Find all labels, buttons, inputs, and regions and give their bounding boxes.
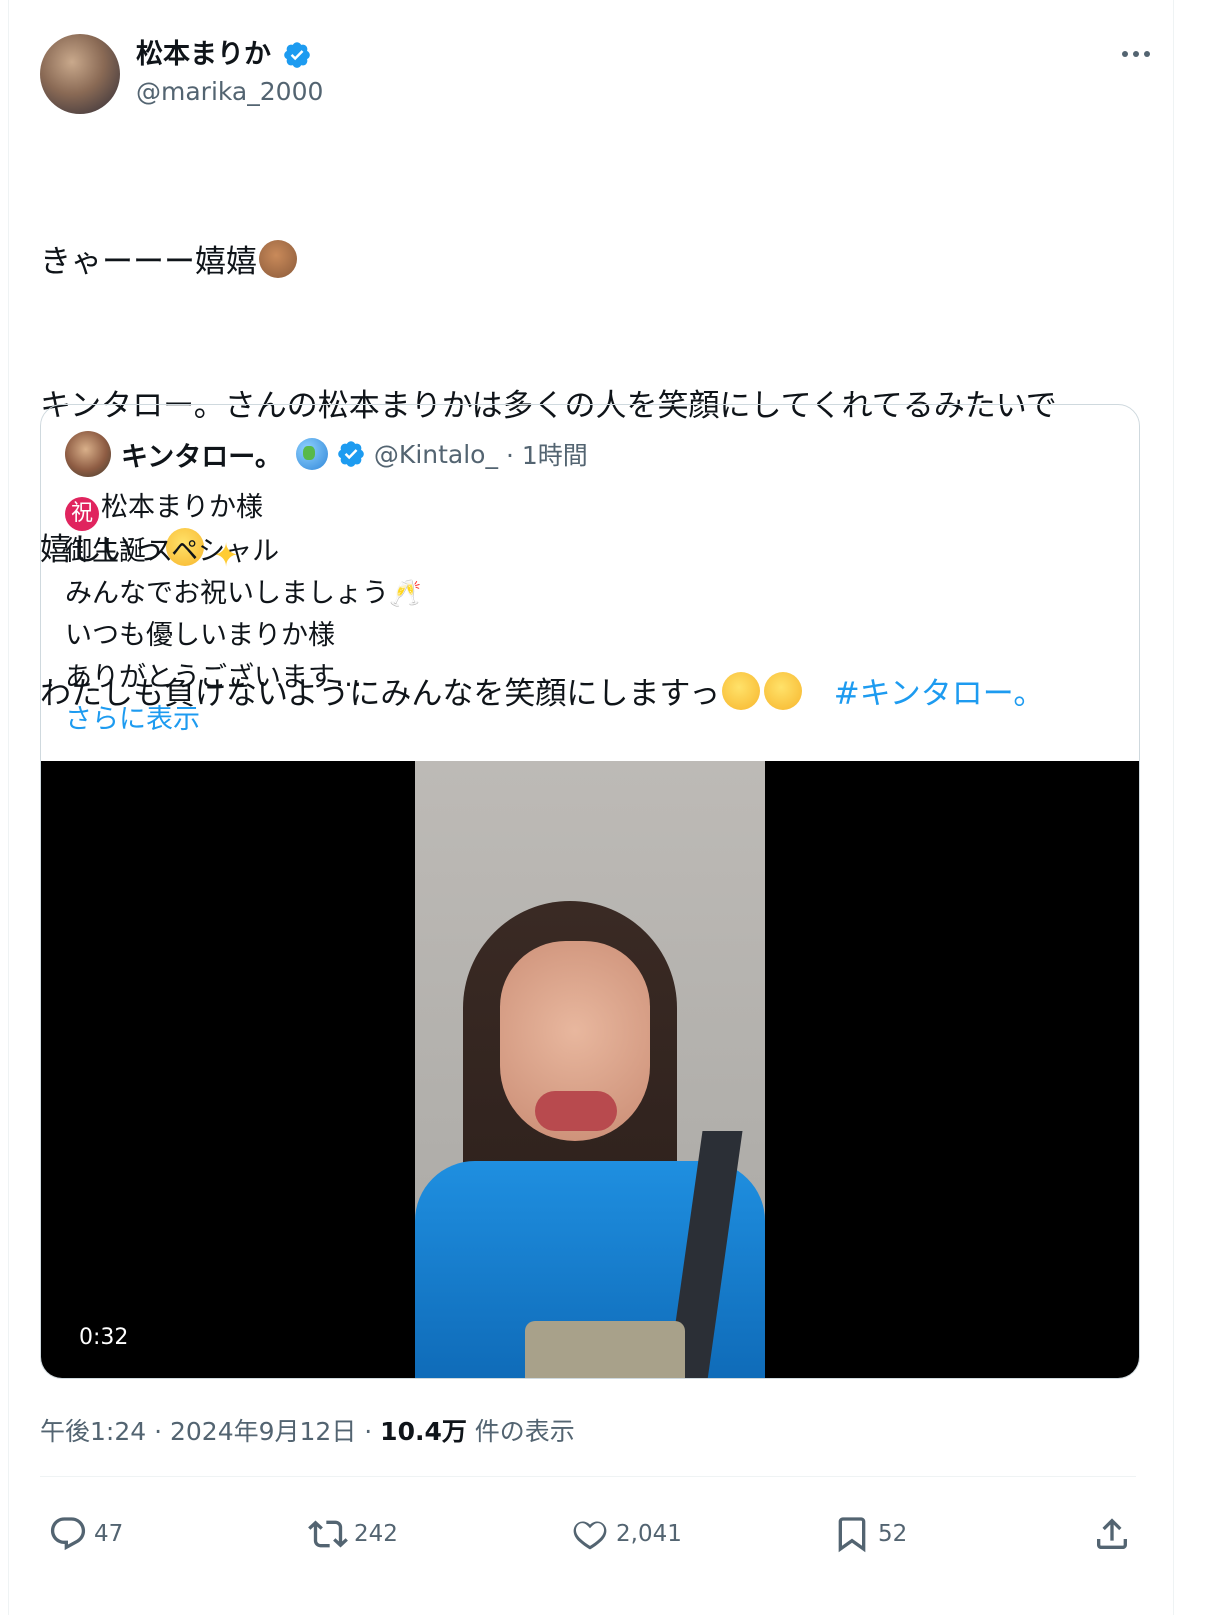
- quoted-author-display-name[interactable]: キンタロー。: [121, 435, 282, 474]
- quoted-tweet-header: キンタロー。 @Kintalo_ · 1時間: [65, 431, 588, 477]
- tweet-line: きゃーーー嬉嬉: [40, 244, 257, 280]
- quoted-line: いつも優しいまりか様: [65, 620, 335, 651]
- author-handle[interactable]: @marika_2000: [136, 74, 323, 110]
- like-count: 2,041: [616, 1521, 682, 1547]
- quoted-tweet-body: 祝松本まりか様 御生誕スペシャル みんなでお祝いしましょう🥂 いつも優しいまりか…: [65, 487, 421, 741]
- verified-badge-icon: [338, 441, 364, 467]
- globe-emoji-icon: [295, 438, 328, 470]
- quoted-line: 松本まりか様: [101, 492, 263, 523]
- view-count: 10.4万: [380, 1417, 467, 1446]
- share-icon: [1097, 1518, 1127, 1549]
- video-thumbnail: [415, 761, 765, 1378]
- see-no-evil-monkey-emoji-icon: [259, 240, 297, 278]
- quoted-tweet[interactable]: キンタロー。 @Kintalo_ · 1時間 祝松本まりか様 御生誕スペシャル …: [40, 404, 1140, 1379]
- verified-badge-icon: [284, 42, 310, 68]
- repost-count: 242: [354, 1521, 398, 1547]
- reply-button[interactable]: 47: [48, 1514, 123, 1554]
- quoted-line: 御生誕スペシャル: [65, 536, 280, 567]
- like-button[interactable]: 2,041: [570, 1514, 682, 1554]
- repost-button[interactable]: 242: [308, 1514, 398, 1554]
- author-avatar[interactable]: [40, 34, 120, 114]
- video-duration: 0:32: [67, 1319, 141, 1356]
- video-player[interactable]: 0:32: [41, 761, 1139, 1378]
- divider: [40, 1476, 1136, 1477]
- thumbnail-mouth: [535, 1091, 617, 1131]
- bookmark-button[interactable]: 52: [832, 1514, 907, 1554]
- quoted-author-handle[interactable]: @Kintalo_: [374, 440, 498, 469]
- quoted-tweet-time[interactable]: · 1時間: [506, 436, 588, 472]
- tweet-header: 松本まりか @marika_2000: [40, 34, 1176, 114]
- tweet-timestamp[interactable]: 午後1:24 · 2024年9月12日 ·: [40, 1417, 380, 1446]
- more-icon[interactable]: [1116, 40, 1156, 68]
- celebration-emoji-icon: 祝: [65, 497, 99, 531]
- thumbnail-apron: [525, 1321, 685, 1378]
- quoted-line: ありがとうございます…: [65, 662, 362, 693]
- show-more-link[interactable]: さらに表示: [65, 699, 421, 741]
- action-bar: 47 242 2,041 52: [40, 1500, 1136, 1570]
- reply-icon: [50, 1517, 86, 1551]
- quoted-author-avatar[interactable]: [65, 431, 111, 477]
- bookmark-icon: [838, 1517, 866, 1553]
- author-display-name[interactable]: 松本まりか: [136, 36, 271, 74]
- tweet-meta: 午後1:24 · 2024年9月12日 · 10.4万 件の表示: [40, 1412, 575, 1448]
- author-name-block: 松本まりか @marika_2000: [136, 36, 323, 110]
- reply-count: 47: [94, 1521, 124, 1547]
- heart-icon: [573, 1521, 607, 1550]
- repost-icon: [308, 1520, 348, 1548]
- share-button[interactable]: [1092, 1514, 1138, 1554]
- clinking-glasses-emoji-icon: 🥂: [389, 579, 422, 609]
- bookmark-count: 52: [878, 1521, 908, 1547]
- view-label: 件の表示: [466, 1417, 575, 1446]
- quoted-line: みんなでお祝いしましょう: [65, 578, 389, 609]
